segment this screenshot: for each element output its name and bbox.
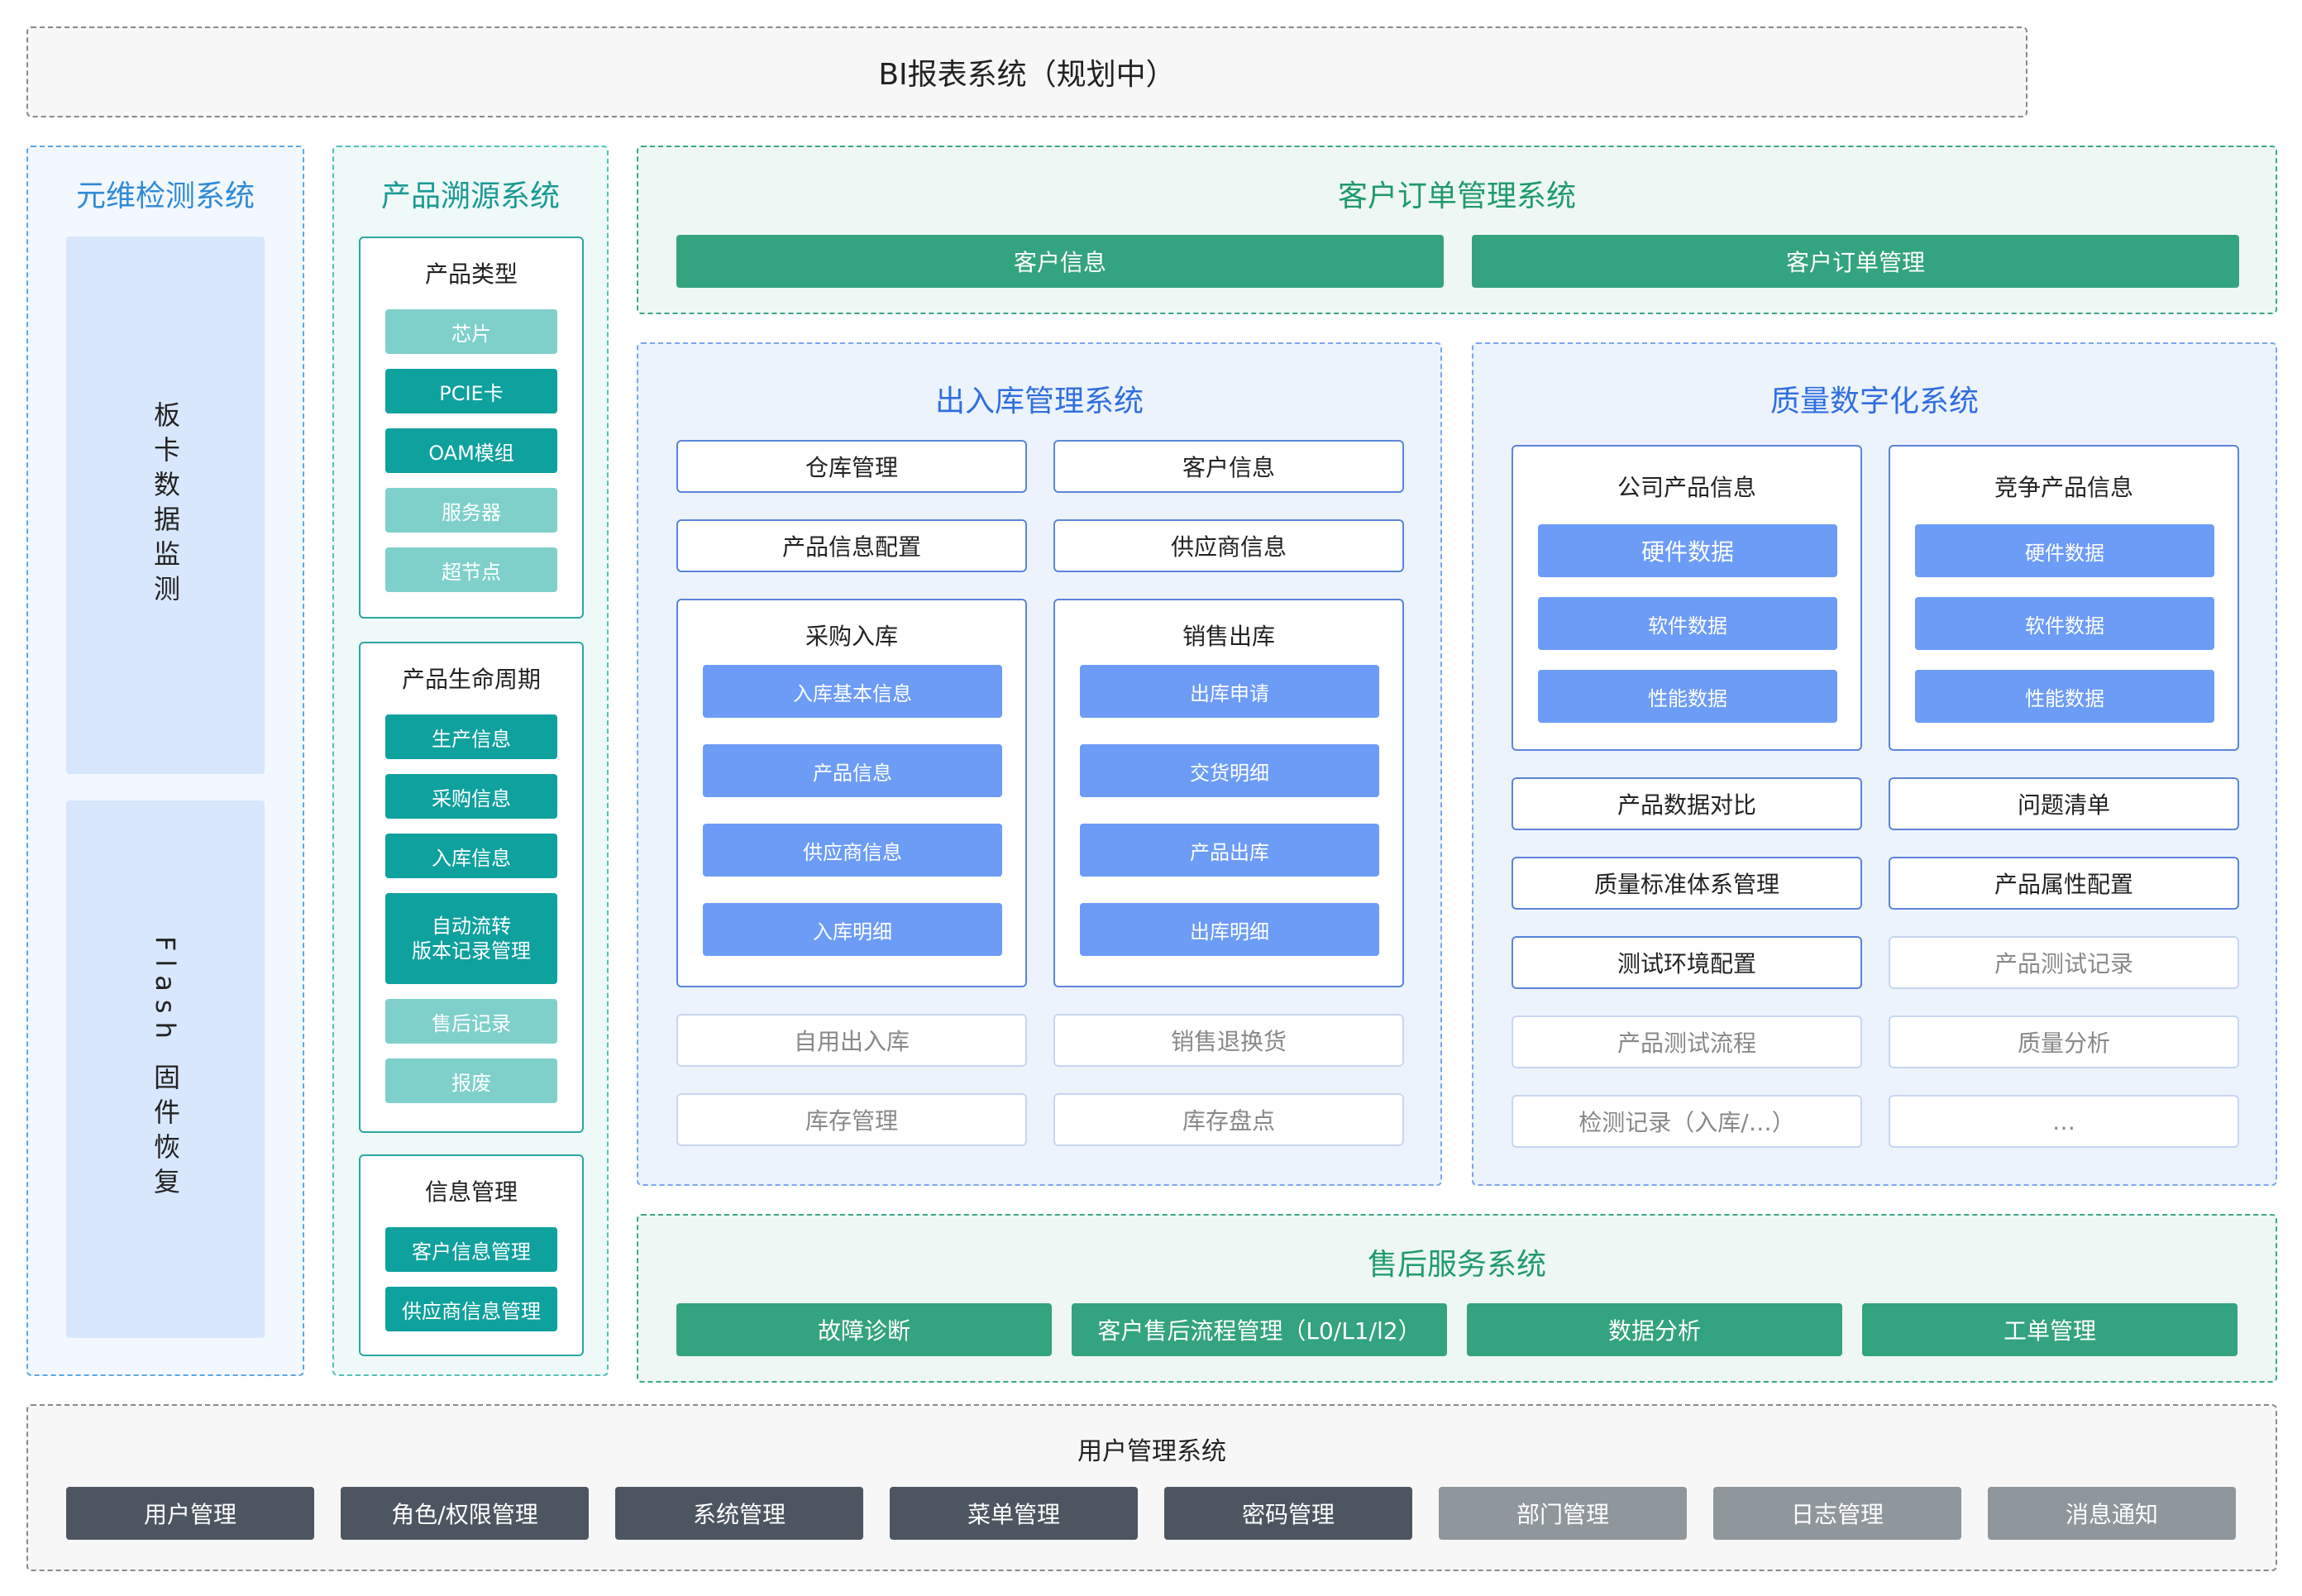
- quality-company-item[interactable]: 软件数据: [1538, 597, 1837, 650]
- warehouse-purchase-title: 采购入库: [805, 623, 898, 650]
- ops-item-label: Flash 固件恢复: [150, 935, 181, 1203]
- trace-group-title: 信息管理: [424, 1178, 518, 1206]
- warehouse-top-item[interactable]: 供应商信息: [1053, 519, 1404, 572]
- trace-item[interactable]: 入库信息: [385, 834, 557, 878]
- trace-group-product-type: 产品类型 芯片 PCIE卡 OAM模组 服务器 超节点: [359, 237, 584, 619]
- trace-item[interactable]: 采购信息: [385, 774, 557, 819]
- user-item[interactable]: 密码管理: [1164, 1487, 1412, 1540]
- quality-planned-item[interactable]: 质量分析: [1889, 1015, 2239, 1068]
- trace-item[interactable]: 报废: [385, 1058, 557, 1103]
- warehouse-sales-item[interactable]: 出库明细: [1080, 903, 1379, 956]
- warehouse-purchase-item[interactable]: 入库明细: [703, 903, 1002, 956]
- warehouse-purchase-item[interactable]: 产品信息: [703, 744, 1002, 797]
- aftersales-item[interactable]: 客户售后流程管理（L0/L1/l2）: [1072, 1303, 1447, 1356]
- ops-item-flash-recovery[interactable]: Flash 固件恢复: [66, 800, 265, 1338]
- aftersales-item[interactable]: 故障诊断: [676, 1303, 1052, 1356]
- trace-group-title: 产品类型: [424, 260, 518, 288]
- trace-item[interactable]: OAM模组: [385, 428, 557, 473]
- order-item-customer-info[interactable]: 客户信息: [676, 235, 1444, 288]
- quality-planned-item[interactable]: …: [1889, 1095, 2239, 1148]
- warehouse-planned-item[interactable]: 销售退换货: [1053, 1014, 1404, 1067]
- aftersales-system-title: 售后服务系统: [1367, 1248, 1546, 1282]
- aftersales-item[interactable]: 工单管理: [1862, 1303, 2238, 1356]
- user-item[interactable]: 菜单管理: [890, 1487, 1138, 1540]
- quality-system: 质量数字化系统 公司产品信息 硬件数据 软件数据 性能数据 竞争产品信息 硬件数…: [1472, 342, 2277, 1186]
- quality-item[interactable]: 产品属性配置: [1889, 857, 2239, 910]
- user-planned-item[interactable]: 部门管理: [1439, 1487, 1687, 1540]
- trace-item[interactable]: 生产信息: [385, 714, 557, 759]
- trace-item[interactable]: 供应商信息管理: [385, 1287, 557, 1331]
- warehouse-planned-item[interactable]: 自用出入库: [676, 1014, 1027, 1067]
- warehouse-system: 出入库管理系统 仓库管理 客户信息 产品信息配置 供应商信息 采购入库 入库基本…: [637, 342, 1442, 1186]
- ops-system: 元维检测系统 板卡数据监测 Flash 固件恢复: [26, 146, 304, 1376]
- warehouse-top-item[interactable]: 客户信息: [1053, 440, 1404, 493]
- trace-item[interactable]: 芯片: [385, 309, 557, 354]
- trace-item[interactable]: 售后记录: [385, 999, 557, 1044]
- user-item[interactable]: 系统管理: [615, 1487, 863, 1540]
- warehouse-purchase-item[interactable]: 供应商信息: [703, 824, 1002, 877]
- user-planned-item[interactable]: 日志管理: [1713, 1487, 1961, 1540]
- order-item-order-mgmt[interactable]: 客户订单管理: [1472, 235, 2239, 288]
- trace-group-title: 产品生命周期: [401, 666, 541, 693]
- warehouse-sales-group: 销售出库 出库申请 交货明细 产品出库 出库明细: [1053, 599, 1404, 987]
- warehouse-system-title: 出入库管理系统: [934, 385, 1144, 418]
- quality-item[interactable]: 问题清单: [1889, 777, 2239, 830]
- quality-system-title: 质量数字化系统: [1769, 385, 1979, 418]
- bi-system-title: BI报表系统（规划中）: [878, 58, 1176, 92]
- ops-item-board-monitor[interactable]: 板卡数据监测: [66, 237, 265, 774]
- warehouse-top-item[interactable]: 产品信息配置: [676, 519, 1027, 572]
- order-system: 客户订单管理系统 客户信息 客户订单管理: [637, 146, 2277, 314]
- user-item[interactable]: 用户管理: [66, 1487, 314, 1540]
- trace-item[interactable]: 服务器: [385, 488, 557, 533]
- aftersales-item[interactable]: 数据分析: [1467, 1303, 1842, 1356]
- user-system: 用户管理系统 用户管理 角色/权限管理 系统管理 菜单管理 密码管理 部门管理 …: [26, 1404, 2277, 1571]
- quality-competitor-item[interactable]: 性能数据: [1915, 670, 2214, 723]
- user-item[interactable]: 角色/权限管理: [341, 1487, 589, 1540]
- quality-competitor-item[interactable]: 硬件数据: [1915, 524, 2214, 577]
- user-system-title: 用户管理系统: [1077, 1437, 1226, 1466]
- warehouse-purchase-item[interactable]: 入库基本信息: [703, 665, 1002, 718]
- bi-system: BI报表系统（规划中）: [26, 26, 2027, 117]
- warehouse-planned-item[interactable]: 库存管理: [676, 1093, 1027, 1146]
- quality-item[interactable]: 测试环境配置: [1512, 936, 1862, 989]
- quality-planned-item[interactable]: 检测记录（入库/…）: [1512, 1095, 1862, 1148]
- trace-item[interactable]: 超节点: [385, 547, 557, 592]
- trace-item[interactable]: 客户信息管理: [385, 1227, 557, 1272]
- warehouse-sales-title: 销售出库: [1182, 623, 1275, 650]
- ops-item-label: 板卡数据监测: [150, 401, 181, 609]
- user-planned-item[interactable]: 消息通知: [1988, 1487, 2236, 1540]
- quality-competitor-title: 竞争产品信息: [1994, 474, 2133, 501]
- trace-group-info: 信息管理 客户信息管理 供应商信息管理: [359, 1154, 584, 1356]
- quality-item[interactable]: 产品数据对比: [1512, 777, 1862, 830]
- quality-item[interactable]: 质量标准体系管理: [1512, 857, 1862, 910]
- order-system-title: 客户订单管理系统: [1337, 179, 1576, 213]
- quality-competitor-group: 竞争产品信息 硬件数据 软件数据 性能数据: [1889, 445, 2239, 751]
- warehouse-planned-item[interactable]: 库存盘点: [1053, 1093, 1404, 1146]
- aftersales-system: 售后服务系统 故障诊断 客户售后流程管理（L0/L1/l2） 数据分析 工单管理: [637, 1214, 2277, 1383]
- trace-system: 产品溯源系统 产品类型 芯片 PCIE卡 OAM模组 服务器 超节点 产品生命周…: [332, 146, 609, 1376]
- quality-competitor-item[interactable]: 软件数据: [1915, 597, 2214, 650]
- warehouse-sales-item[interactable]: 产品出库: [1080, 824, 1379, 877]
- ops-system-title: 元维检测系统: [75, 179, 255, 213]
- warehouse-top-item[interactable]: 仓库管理: [676, 440, 1027, 493]
- quality-company-group: 公司产品信息 硬件数据 软件数据 性能数据: [1512, 445, 1862, 751]
- quality-planned-item[interactable]: 产品测试记录: [1889, 936, 2239, 989]
- quality-planned-item[interactable]: 产品测试流程: [1512, 1015, 1862, 1068]
- quality-company-title: 公司产品信息: [1617, 474, 1756, 501]
- trace-system-title: 产品溯源系统: [380, 179, 560, 213]
- trace-item[interactable]: 自动流转 版本记录管理: [385, 893, 557, 984]
- quality-company-item[interactable]: 硬件数据: [1538, 524, 1837, 577]
- trace-item[interactable]: PCIE卡: [385, 369, 557, 413]
- trace-group-lifecycle: 产品生命周期 生产信息 采购信息 入库信息 自动流转 版本记录管理 售后记录 报…: [359, 642, 584, 1133]
- warehouse-purchase-group: 采购入库 入库基本信息 产品信息 供应商信息 入库明细: [676, 599, 1027, 987]
- quality-company-item[interactable]: 性能数据: [1538, 670, 1837, 723]
- warehouse-sales-item[interactable]: 出库申请: [1080, 665, 1379, 718]
- warehouse-sales-item[interactable]: 交货明细: [1080, 744, 1379, 797]
